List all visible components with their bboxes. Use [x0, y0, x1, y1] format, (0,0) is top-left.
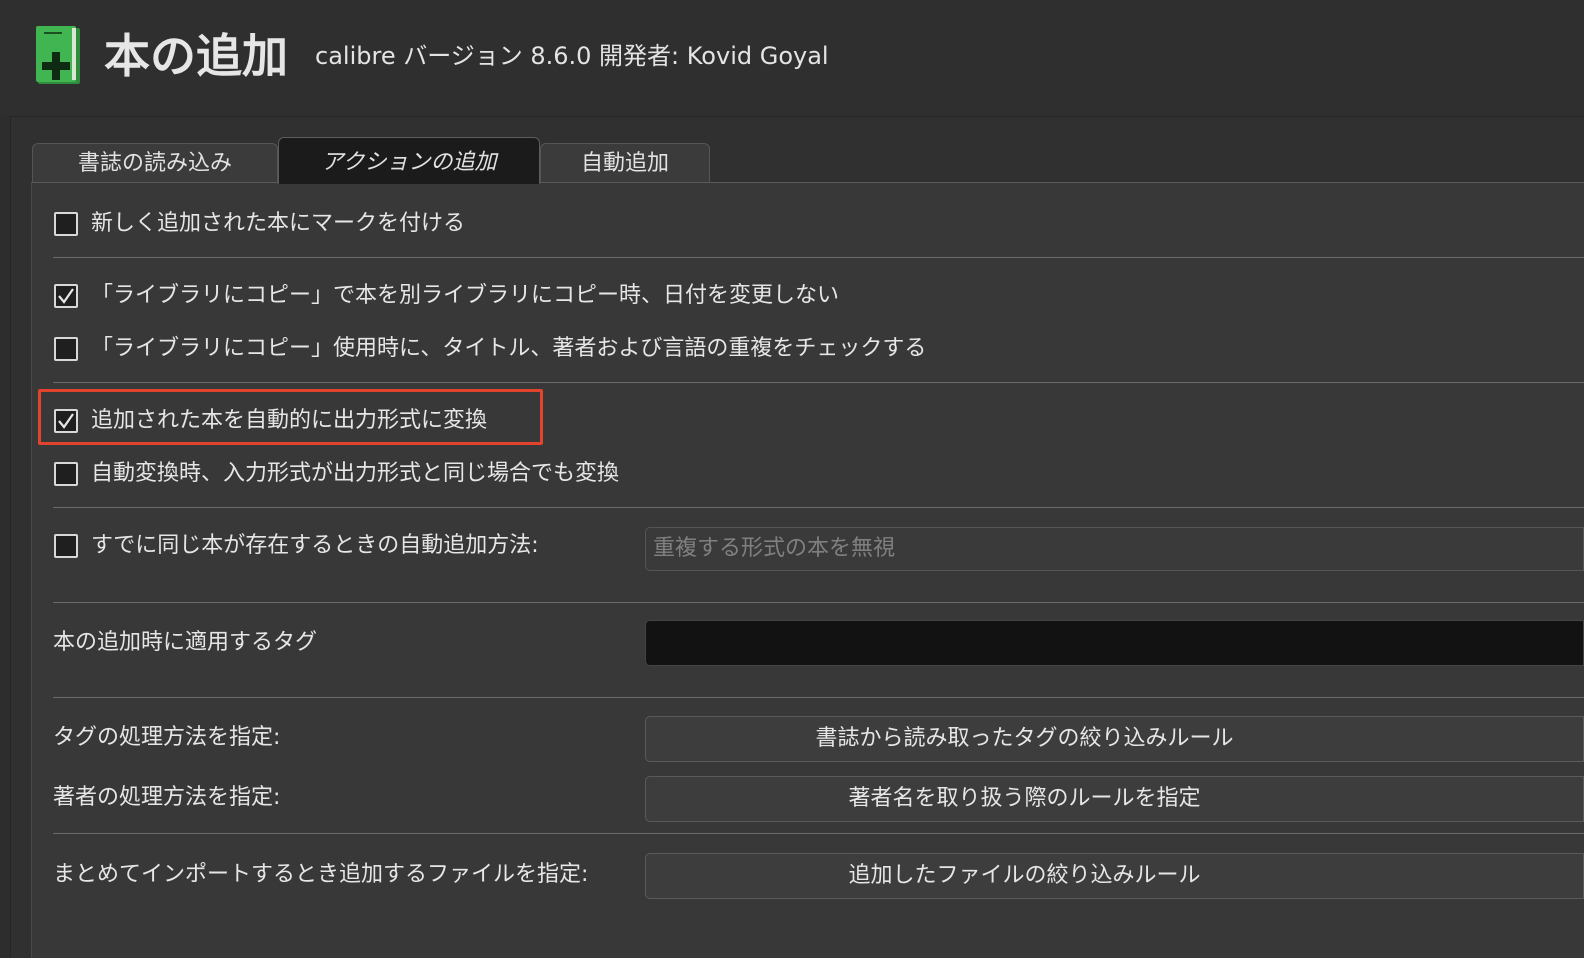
duplicate-action-select[interactable]: 重複する形式の本を無視	[645, 527, 1584, 571]
copy-keep-date-option[interactable]: 「ライブラリにコピー」で本を別ライブラリにコピー時、日付を変更しない	[54, 282, 839, 310]
convert-same-format-checkbox[interactable]	[54, 462, 78, 486]
tab-adding-actions[interactable]: アクションの追加	[278, 137, 540, 184]
copy-keep-date-label: 「ライブラリにコピー」で本を別ライブラリにコピー時、日付を変更しない	[91, 283, 840, 308]
checkmark-icon	[58, 413, 74, 429]
copy-check-duplicates-checkbox[interactable]	[54, 337, 78, 361]
author-rules-label: 著者の処理方法を指定:	[53, 785, 281, 810]
divider	[53, 697, 1584, 698]
mark-new-label: 新しく追加された本にマークを付ける	[91, 211, 466, 236]
tab-metadata-reading[interactable]: 書誌の読み込み	[32, 143, 278, 183]
tags-on-add-label: 本の追加時に適用するタグ	[53, 630, 318, 655]
preferences-header: 本の追加 calibre バージョン 8.6.0 開発者: Kovid Goya…	[0, 0, 1584, 116]
author-rules-button[interactable]: 著者名を取り扱う際のルールを指定	[645, 776, 1584, 822]
auto-add-existing-checkbox[interactable]	[54, 534, 78, 558]
file-filter-label: まとめてインポートするとき追加するファイルを指定:	[53, 862, 589, 887]
auto-convert-option[interactable]: 追加された本を自動的に出力形式に変換	[54, 407, 487, 435]
mark-new-option[interactable]: 新しく追加された本にマークを付ける	[54, 210, 465, 238]
auto-convert-checkbox[interactable]	[54, 409, 78, 433]
version-info: calibre バージョン 8.6.0 開発者: Kovid Goyal	[315, 42, 829, 70]
auto-add-existing-label: すでに同じ本が存在するときの自動追加方法:	[91, 533, 539, 558]
auto-convert-label: 追加された本を自動的に出力形式に変換	[91, 408, 488, 433]
divider	[53, 833, 1584, 834]
mark-new-checkbox[interactable]	[54, 212, 78, 236]
file-filter-button[interactable]: 追加したファイルの絞り込みルール	[645, 853, 1584, 899]
add-books-icon	[36, 26, 82, 86]
copy-check-duplicates-option[interactable]: 「ライブラリにコピー」使用時に、タイトル、著者および言語の重複をチェックする	[54, 335, 926, 363]
page-title: 本の追加	[104, 29, 288, 83]
divider	[53, 507, 1584, 508]
convert-same-format-label: 自動変換時、入力形式が出力形式と同じ場合でも変換	[91, 461, 620, 486]
tag-rules-button[interactable]: 書誌から読み取ったタグの絞り込みルール	[645, 716, 1584, 762]
divider	[53, 602, 1584, 603]
tab-automatic-adding[interactable]: 自動追加	[540, 143, 710, 183]
checkmark-icon	[58, 288, 74, 304]
auto-add-existing-option[interactable]: すでに同じ本が存在するときの自動追加方法:	[54, 532, 539, 560]
divider	[53, 382, 1584, 383]
tags-on-add-input[interactable]	[645, 620, 1584, 666]
convert-same-format-option[interactable]: 自動変換時、入力形式が出力形式と同じ場合でも変換	[54, 460, 619, 488]
copy-keep-date-checkbox[interactable]	[54, 284, 78, 308]
add-books-preferences-window: 本の追加 calibre バージョン 8.6.0 開発者: Kovid Goya…	[0, 0, 1584, 958]
tag-rules-label: タグの処理方法を指定:	[53, 725, 281, 750]
copy-check-duplicates-label: 「ライブラリにコピー」使用時に、タイトル、著者および言語の重複をチェックする	[91, 336, 927, 361]
divider	[53, 257, 1584, 258]
